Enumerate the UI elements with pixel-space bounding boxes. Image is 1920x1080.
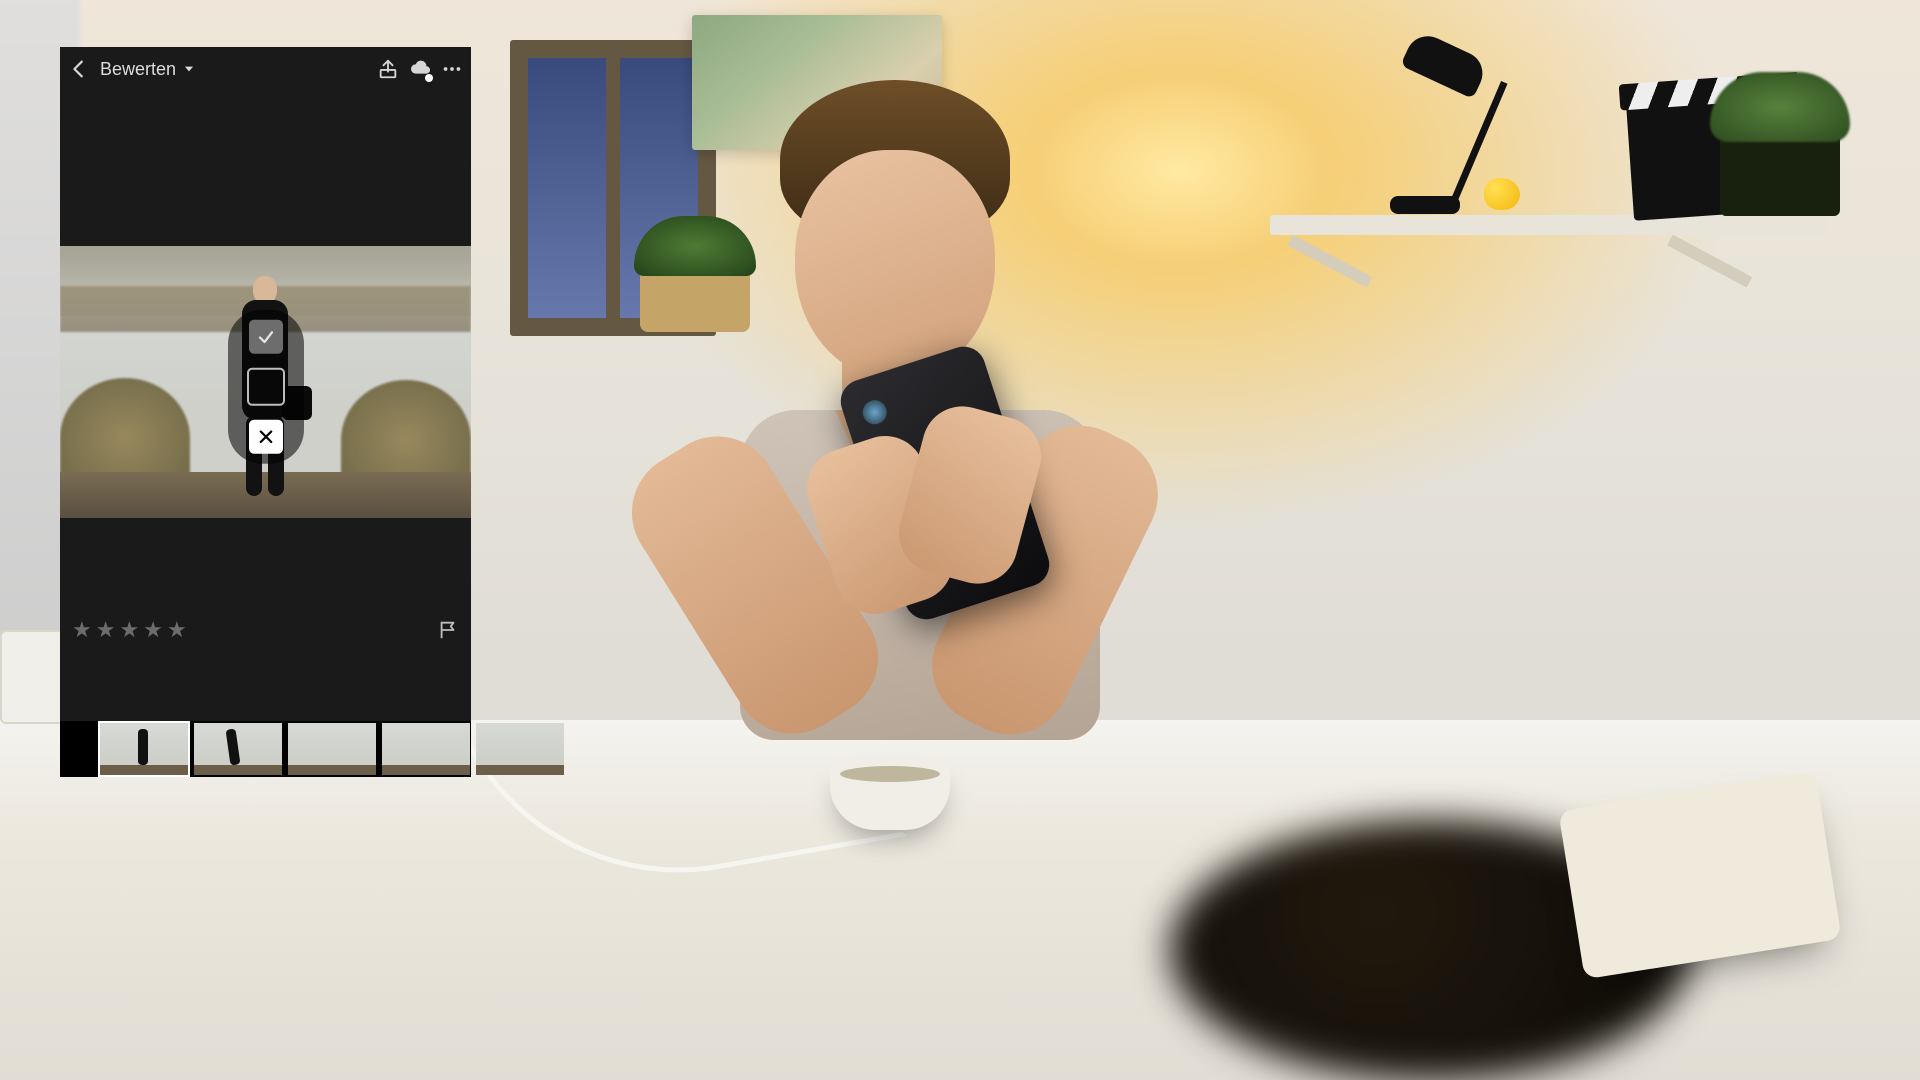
mode-dropdown[interactable]: Bewerten	[100, 59, 196, 80]
more-icon[interactable]	[441, 58, 463, 80]
filmstrip-thumb[interactable]	[192, 721, 284, 777]
filmstrip-leading-gap	[62, 721, 98, 777]
back-icon[interactable]	[68, 58, 90, 80]
star-4[interactable]: ★	[143, 617, 165, 643]
app-screen: Bewerten	[60, 47, 471, 777]
star-3[interactable]: ★	[119, 617, 141, 643]
star-2[interactable]: ★	[96, 617, 118, 643]
filmstrip-thumb[interactable]	[474, 721, 566, 777]
star-rating[interactable]: ★ ★ ★ ★ ★	[72, 617, 189, 643]
share-icon[interactable]	[377, 58, 399, 80]
flag-popover	[228, 310, 304, 464]
filmstrip[interactable]	[60, 721, 471, 777]
star-5[interactable]: ★	[167, 617, 189, 643]
chevron-down-icon	[182, 62, 196, 76]
presenter-person	[570, 80, 1190, 840]
flag-rejected-button[interactable]	[249, 420, 283, 454]
flag-picked-button[interactable]	[249, 320, 283, 354]
flag-icon[interactable]	[437, 619, 459, 641]
mode-label: Bewerten	[100, 59, 176, 80]
cloud-sync-icon[interactable]	[409, 58, 431, 80]
star-1[interactable]: ★	[72, 617, 94, 643]
top-bar: Bewerten	[60, 47, 471, 91]
filmstrip-thumb[interactable]	[380, 721, 472, 777]
filmstrip-thumb[interactable]	[98, 721, 190, 777]
filmstrip-thumb[interactable]	[286, 721, 378, 777]
sync-status-dot	[425, 74, 433, 82]
flag-unflagged-button[interactable]	[247, 368, 285, 406]
rating-bar: ★ ★ ★ ★ ★	[60, 615, 471, 645]
photo-viewer[interactable]: ★ ★ ★ ★ ★	[60, 91, 471, 701]
